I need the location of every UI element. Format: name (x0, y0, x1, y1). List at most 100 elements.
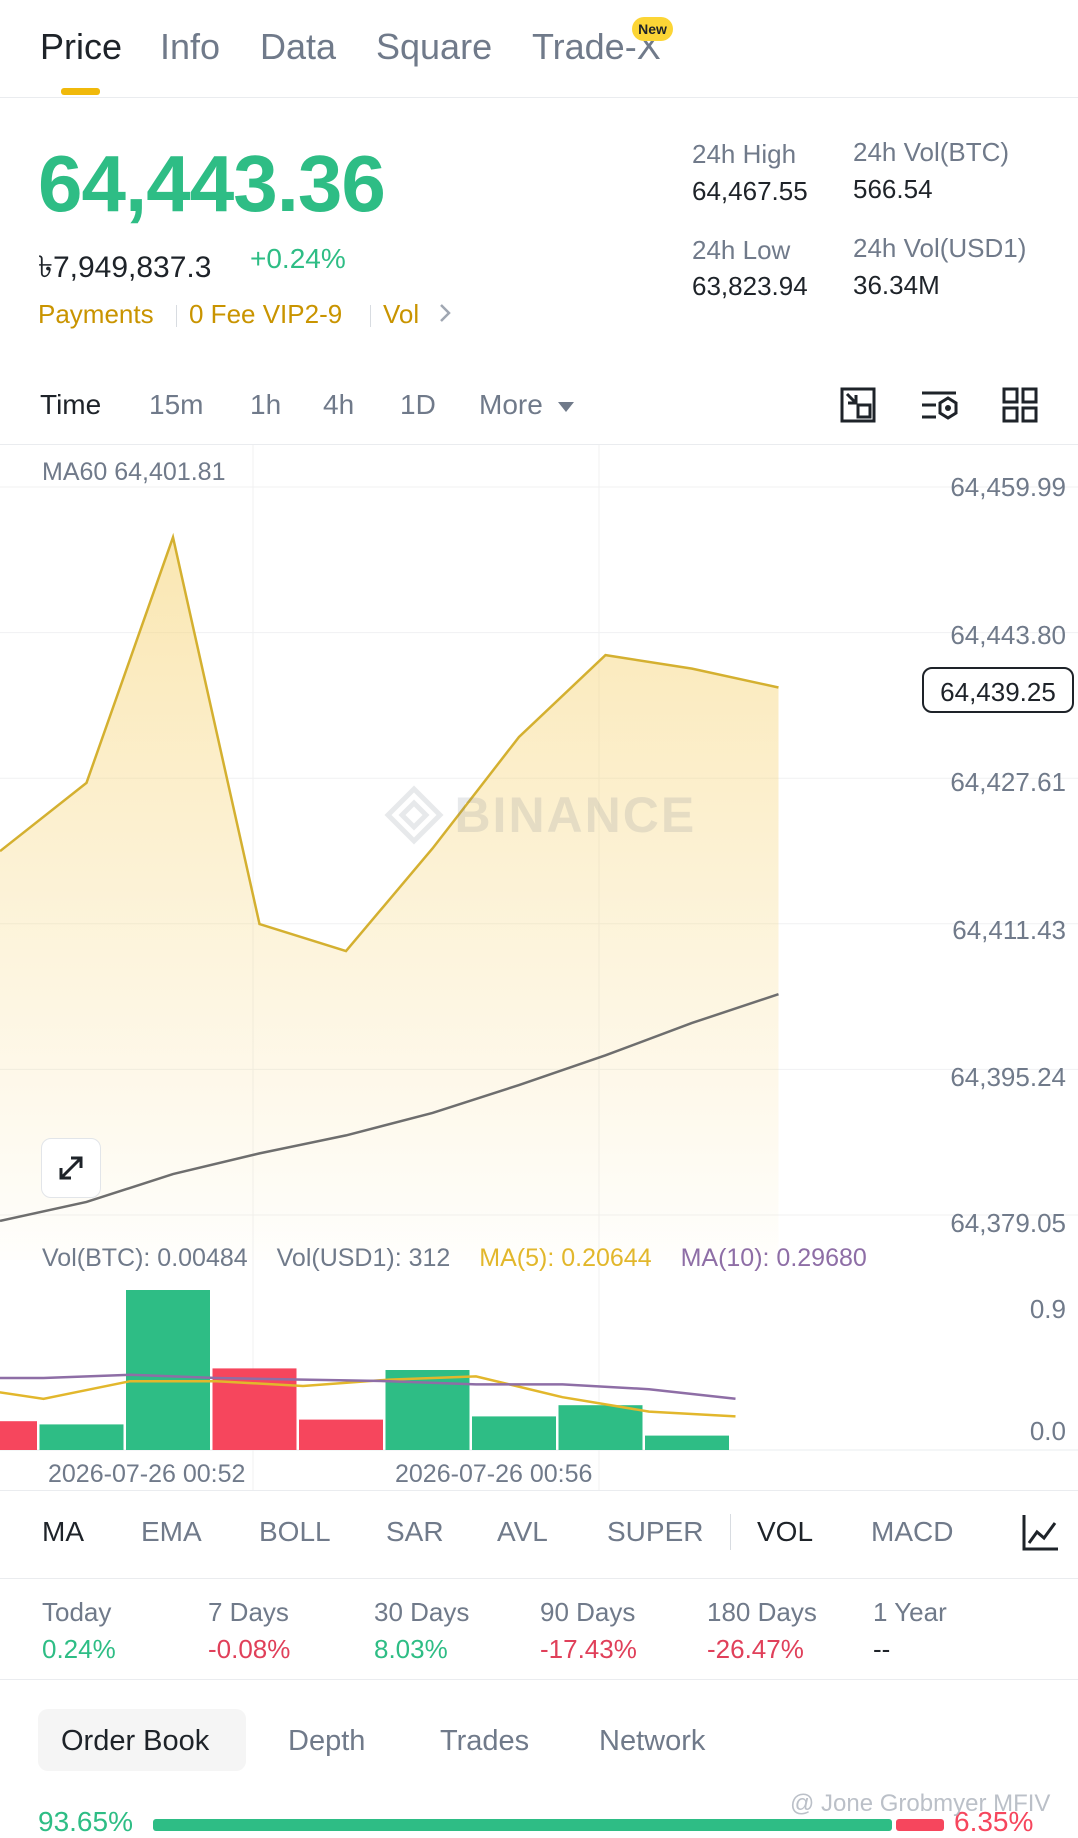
active-tab-indicator (61, 88, 100, 95)
y-tick: 64,411.43 (952, 915, 1066, 945)
volume-bar (299, 1419, 383, 1450)
tab-order-book-label: Order Book (61, 1725, 210, 1757)
indicator-divider (0, 1578, 1078, 1579)
watermark-text: BINANCE (454, 787, 697, 843)
chart-settings-icon[interactable] (918, 385, 960, 430)
promo-separator (176, 305, 177, 327)
caret-down-icon (557, 401, 574, 412)
volume-bar (645, 1435, 729, 1450)
high-value: 64,467.55 (692, 176, 808, 206)
indicator-boll[interactable]: BOLL (259, 1516, 331, 1548)
y-tick: 64,443.80 (950, 620, 1066, 650)
indicator-chart-icon[interactable] (1020, 1513, 1060, 1558)
perf-label: 30 Days (374, 1597, 470, 1627)
indicator-separator (730, 1514, 731, 1550)
interval-time[interactable]: Time (40, 389, 101, 421)
vol-btc-label: 24h Vol(BTC) (853, 137, 1010, 167)
expand-chart-button[interactable] (41, 1138, 101, 1198)
promo-separator (370, 305, 371, 327)
y-tick: 64,395.24 (950, 1062, 1066, 1092)
chart-bottom-divider (0, 1490, 1078, 1491)
indicator-ma[interactable]: MA (42, 1516, 84, 1548)
vol-y-tick: 0.9 (1029, 1294, 1066, 1324)
interval-more-label: More (479, 389, 543, 420)
local-price: ৳7,949,837.3 (38, 251, 212, 284)
buy-ratio-bar (153, 1819, 892, 1831)
last-price: 64,443.36 (38, 139, 386, 228)
tab-price[interactable]: Price (40, 26, 122, 68)
payments-link[interactable]: Payments (38, 299, 154, 330)
tab-order-book[interactable]: Order Book (38, 1709, 246, 1771)
low-label: 24h Low (692, 235, 791, 265)
indicator-vol[interactable]: VOL (757, 1516, 813, 1548)
y-tick: 64,379.05 (950, 1208, 1066, 1238)
perf-value: -26.47% (707, 1634, 804, 1664)
vol-info-row: Vol(BTC): 0.00484 Vol(USD1): 312 MA(5): … (42, 1244, 867, 1273)
indicator-avl[interactable]: AVL (497, 1516, 548, 1548)
volume-bar (472, 1416, 556, 1450)
interval-1h[interactable]: 1h (250, 389, 281, 421)
y-tick: 64,459.99 (950, 472, 1066, 502)
expand-icon (59, 1156, 83, 1180)
tab-trades[interactable]: Trades (440, 1725, 529, 1758)
binance-watermark: BINANCE (384, 785, 696, 845)
grid-layout-icon[interactable] (1000, 385, 1040, 430)
credit-watermark: @ Jone Grobmyer MFIV (790, 1790, 1051, 1817)
price-change-pct: +0.24% (250, 243, 346, 274)
fee-promo-link[interactable]: 0 Fee VIP2-9 (189, 299, 342, 330)
perf-value: 0.24% (42, 1634, 116, 1664)
interval-4h[interactable]: 4h (323, 389, 354, 421)
perf-value: 8.03% (374, 1634, 448, 1664)
tab-square[interactable]: Square (376, 26, 492, 68)
x-label: 2026-07-26 00:56 (395, 1460, 593, 1488)
tab-network[interactable]: Network (599, 1725, 705, 1758)
tabs-divider (0, 97, 1078, 98)
volume-bar (126, 1290, 210, 1450)
price-chart[interactable] (0, 445, 1078, 1490)
chevron-right-icon[interactable] (438, 302, 452, 329)
x-label: 2026-07-26 00:52 (48, 1460, 246, 1488)
sell-ratio-bar (896, 1819, 944, 1831)
perf-label: 1 Year (873, 1597, 947, 1627)
y-tick: 64,427.61 (950, 767, 1066, 797)
ma10-info: MA(10): 0.29680 (680, 1244, 867, 1272)
volume-ma10-line (0, 1373, 736, 1401)
current-price-tag: 64,439.25 (922, 667, 1074, 713)
vol-y-tick: 0.0 (1029, 1416, 1066, 1446)
ma60-label: MA60 64,401.81 (42, 458, 226, 486)
indicator-ema[interactable]: EMA (141, 1516, 202, 1548)
tab-depth[interactable]: Depth (288, 1725, 365, 1758)
perf-label: 7 Days (208, 1597, 289, 1627)
perf-value: -17.43% (540, 1634, 637, 1664)
low-value: 63,823.94 (692, 271, 808, 301)
vol-usd-label: 24h Vol(USD1) (853, 233, 1027, 263)
ma5-info: MA(5): 0.20644 (479, 1244, 652, 1272)
volume-bar (558, 1405, 643, 1450)
perf-label: Today (42, 1597, 112, 1627)
vol-link[interactable]: Vol (383, 299, 419, 330)
interval-15m[interactable]: 15m (149, 389, 203, 421)
perf-label: 90 Days (540, 1597, 636, 1627)
indicator-macd[interactable]: MACD (871, 1516, 953, 1548)
fullscreen-exit-icon[interactable] (838, 385, 878, 430)
vol-usd-info: Vol(USD1): 312 (276, 1244, 451, 1272)
tab-data[interactable]: Data (260, 26, 336, 68)
binance-logo-icon (384, 785, 444, 845)
new-badge: New (632, 17, 673, 41)
vol-usd-value: 36.34M (853, 270, 940, 300)
tab-info[interactable]: Info (160, 26, 220, 68)
volume-bar (0, 1421, 37, 1450)
high-label: 24h High (692, 139, 797, 169)
indicator-sar[interactable]: SAR (386, 1516, 444, 1548)
perf-value: -0.08% (208, 1634, 291, 1664)
perf-value: -- (873, 1634, 891, 1664)
indicator-super[interactable]: SUPER (607, 1516, 703, 1548)
perf-label: 180 Days (707, 1597, 817, 1627)
interval-1d[interactable]: 1D (400, 389, 436, 421)
vol-btc-info: Vol(BTC): 0.00484 (42, 1244, 248, 1272)
volume-bar (39, 1424, 124, 1450)
interval-more[interactable]: More (479, 389, 575, 421)
vol-btc-value: 566.54 (853, 174, 933, 204)
buy-ratio-value: 93.65% (38, 1806, 133, 1837)
performance-divider (0, 1679, 1078, 1680)
